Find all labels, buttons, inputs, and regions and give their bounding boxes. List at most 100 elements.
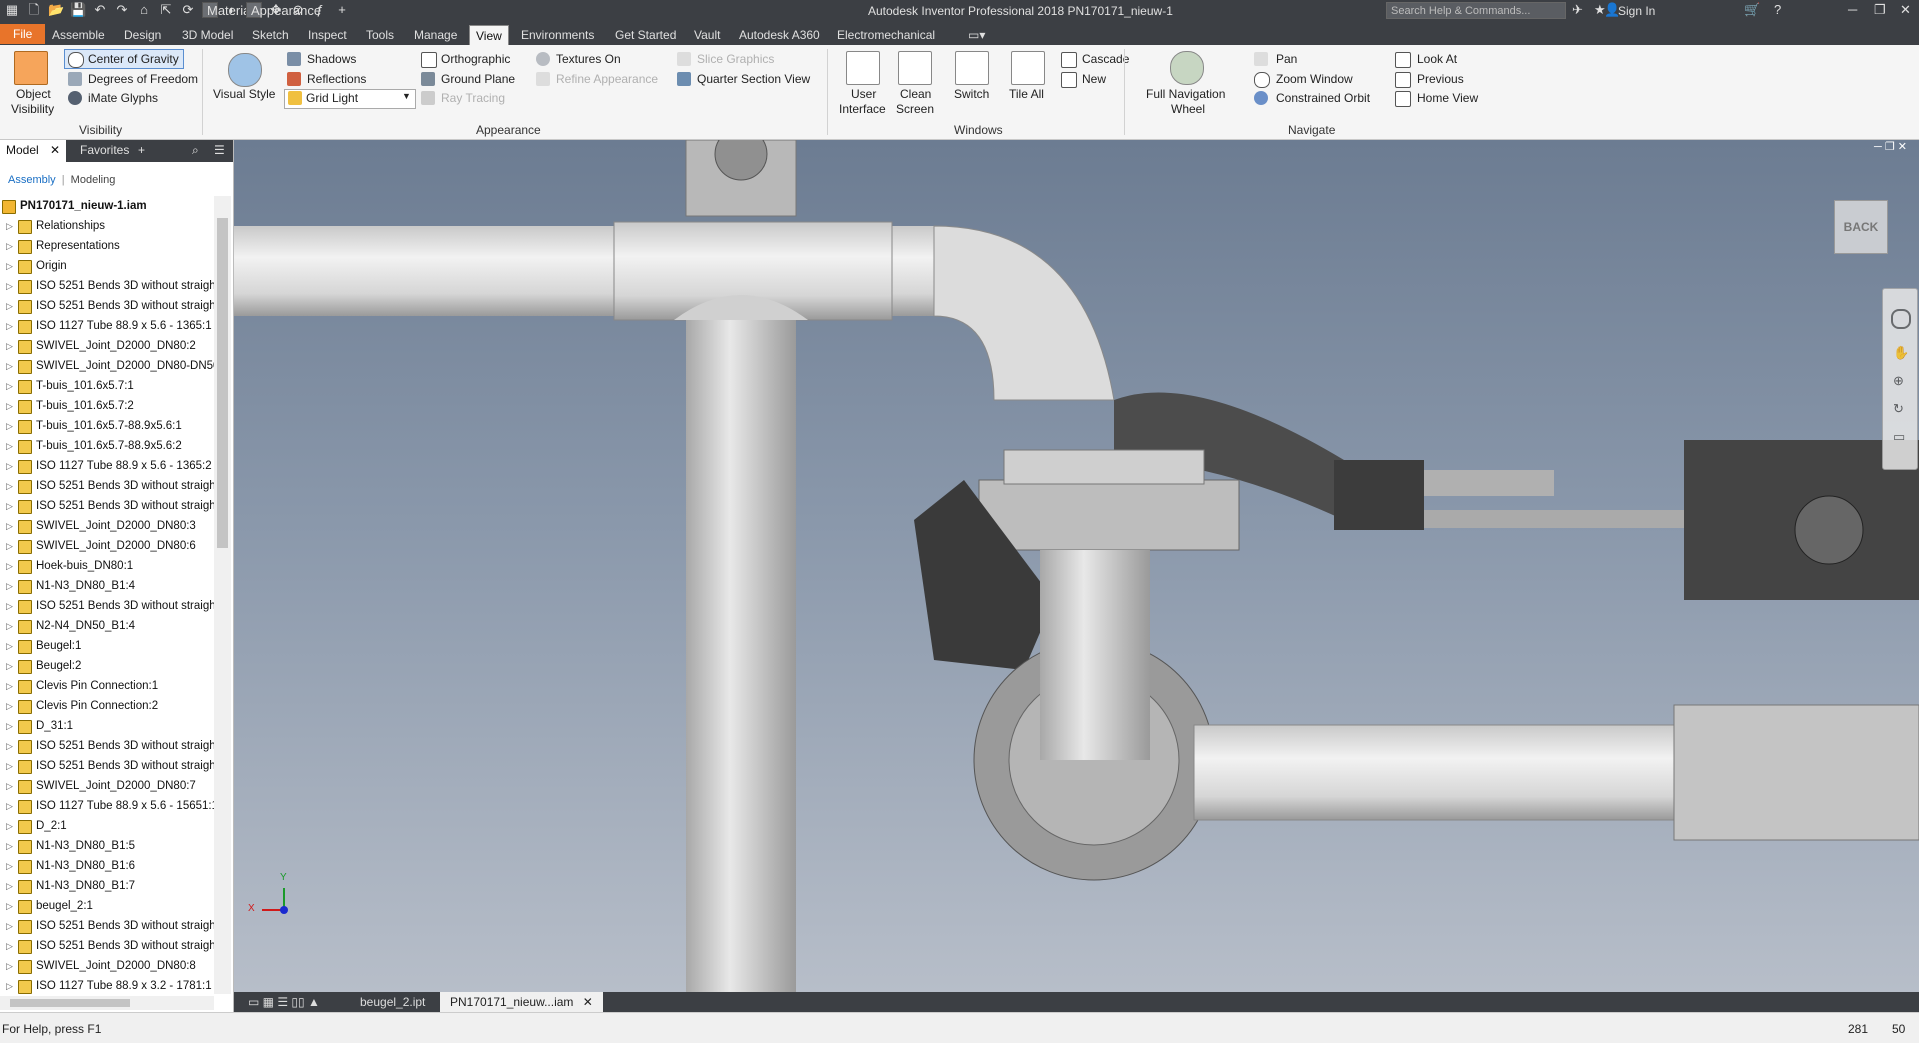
user-interface-label-2[interactable]: Interface [839,102,886,116]
expand-icon[interactable]: ▷ [6,396,13,416]
cart-icon[interactable]: 🛒 [1744,2,1760,18]
expand-icon[interactable]: ▷ [6,896,13,916]
app-menu-icon[interactable]: ▦ [4,2,20,18]
expand-icon[interactable]: ▷ [6,436,13,456]
close-icon[interactable]: ✕ [50,143,60,157]
tab-design[interactable]: Design [118,25,167,45]
expand-icon[interactable]: ▷ [6,756,13,776]
tab-assemble[interactable]: Assemble [46,25,111,45]
expand-icon[interactable]: ▷ [6,676,13,696]
binoculars-icon[interactable]: ✈ [1572,2,1583,18]
switch-button[interactable]: Switch [954,87,989,101]
expand-icon[interactable]: ▷ [6,776,13,796]
tile-all-icon[interactable] [1011,51,1045,85]
new-window-button[interactable]: New [1082,72,1106,86]
clear-icon[interactable]: ⊘ [290,2,306,18]
expand-icon[interactable]: ▷ [6,416,13,436]
expand-icon[interactable]: ▷ [6,536,13,556]
fx-icon[interactable]: ƒ [312,2,328,18]
object-visibility-icon[interactable] [14,51,48,85]
expand-icon[interactable]: ▷ [6,456,13,476]
zoom-window-button[interactable]: Zoom Window [1276,72,1353,86]
expand-icon[interactable]: ▷ [6,836,13,856]
tree-item[interactable]: ▷ N1-N3_DN80_B1:5 [0,836,214,856]
crosshair-icon[interactable]: + [334,2,350,18]
ground-plane-button[interactable]: Ground Plane [441,72,515,86]
home-icon[interactable]: ⌂ [136,2,152,18]
tree-item[interactable]: ▷ ISO 5251 Bends 3D without straight [0,596,214,616]
look-at-icon[interactable]: ▭ [1893,429,1905,445]
scroll-thumb[interactable] [10,999,130,1007]
tree-item[interactable]: ▷ ISO 5251 Bends 3D without straight [0,756,214,776]
constrained-orbit-button[interactable]: Constrained Orbit [1276,91,1370,105]
tab-sketch[interactable]: Sketch [246,25,295,45]
tree-item[interactable]: ▷ D_2:1 [0,816,214,836]
tab-model[interactable]: Model ✕ [0,140,67,162]
restore-icon[interactable]: ❐ [1874,2,1886,18]
open-icon[interactable]: 📂 [48,2,64,18]
tree-item[interactable]: ▷ ISO 5251 Bends 3D without straight [0,936,214,956]
appearance-palette-icon[interactable]: ◐ [224,2,240,18]
ray-tracing-button[interactable]: Ray Tracing [441,91,505,105]
expand-icon[interactable]: ▷ [6,976,13,996]
expand-icon[interactable]: ▷ [6,336,13,356]
tab-vault[interactable]: Vault [688,25,726,45]
degrees-of-freedom-button[interactable]: Degrees of Freedom [88,72,198,86]
tree-item[interactable]: ▷ T-buis_101.6x5.7-88.9x5.6:2 [0,436,214,456]
expand-icon[interactable]: ▷ [6,236,13,256]
tree-item[interactable]: ▷ SWIVEL_Joint_D2000_DN80:3 [0,516,214,536]
tree-item[interactable]: ▷ D_31:1 [0,716,214,736]
appearance-combo[interactable]: Appearance [246,2,321,18]
pan-button[interactable]: Pan [1276,52,1297,66]
doc-tab-assembly[interactable]: PN170171_nieuw...iam ✕ [440,992,603,1012]
tree-item[interactable]: ▷ T-buis_101.6x5.7-88.9x5.6:1 [0,416,214,436]
tree-item[interactable]: ▷ Beugel:2 [0,656,214,676]
cascade-button[interactable]: Cascade [1082,52,1129,66]
help-icon[interactable]: ? [1774,2,1781,17]
tree-item[interactable]: ▷ Hoek-buis_DN80:1 [0,556,214,576]
tree-item[interactable]: ▷ N1-N3_DN80_B1:7 [0,876,214,896]
navigation-bar[interactable]: ✋ ⊕ ↻ ▭ [1882,288,1918,470]
tree-item[interactable]: ▷ ISO 5251 Bends 3D without straight [0,916,214,936]
expand-icon[interactable]: ▷ [6,596,13,616]
expand-icon[interactable]: ▷ [6,296,13,316]
tree-item[interactable]: ▷ ISO 5251 Bends 3D without straight [0,476,214,496]
close-icon[interactable]: ✕ [583,995,593,1009]
tree-item[interactable]: ▷ ISO 1127 Tube 88.9 x 3.2 - 1781:1 [0,976,214,996]
tree-item[interactable]: ▷ ISO 5251 Bends 3D without straight [0,496,214,516]
expand-icon[interactable]: ▷ [6,956,13,976]
expand-icon[interactable]: ▷ [6,856,13,876]
expand-icon[interactable]: ▷ [6,356,13,376]
object-visibility-label-1[interactable]: Object [16,87,51,101]
look-at-button[interactable]: Look At [1417,52,1457,66]
tab-environments[interactable]: Environments [515,25,600,45]
tab-manage[interactable]: Manage [408,25,463,45]
expand-icon[interactable]: ▷ [6,476,13,496]
tree-item[interactable]: ▷ N1-N3_DN80_B1:6 [0,856,214,876]
expand-icon[interactable]: ▷ [6,716,13,736]
graphics-viewport[interactable]: Y X ─ ❐ ✕ [234,140,1919,992]
tree-item[interactable]: ▷ Origin [0,256,214,276]
expand-icon[interactable]: ▷ [6,316,13,336]
tree-item[interactable]: ▷ Beugel:1 [0,636,214,656]
add-tab-icon[interactable]: + [138,143,145,157]
tree-item[interactable]: ▷ T-buis_101.6x5.7:1 [0,376,214,396]
menu-icon[interactable]: ☰ [214,143,225,157]
tree-item[interactable]: ▷ ISO 1127 Tube 88.9 x 5.6 - 1365:1 [0,316,214,336]
tree-item[interactable]: ▷ Representations [0,236,214,256]
help-search-input[interactable]: Search Help & Commands... [1386,2,1566,19]
expand-icon[interactable]: ▷ [6,516,13,536]
switch-icon[interactable] [955,51,989,85]
doc-tab-beugel[interactable]: beugel_2.ipt [350,992,435,1012]
tree-item[interactable]: ▷ ISO 1127 Tube 88.9 x 5.6 - 15651:1 [0,796,214,816]
expand-icon[interactable]: ▷ [6,216,13,236]
orbit-icon[interactable]: ↻ [1893,401,1904,417]
pan-icon[interactable]: ✋ [1893,345,1909,361]
textures-on-button[interactable]: Textures On [556,52,621,66]
tree-item[interactable]: ▷ Clevis Pin Connection:1 [0,676,214,696]
previous-button[interactable]: Previous [1417,72,1464,86]
tree-item[interactable]: ▷ SWIVEL_Joint_D2000_DN80:8 [0,956,214,976]
tab-electromechanical[interactable]: Electromechanical [831,25,941,45]
select-icon[interactable]: ⇱ [158,2,174,18]
tab-view[interactable]: View [469,25,509,46]
